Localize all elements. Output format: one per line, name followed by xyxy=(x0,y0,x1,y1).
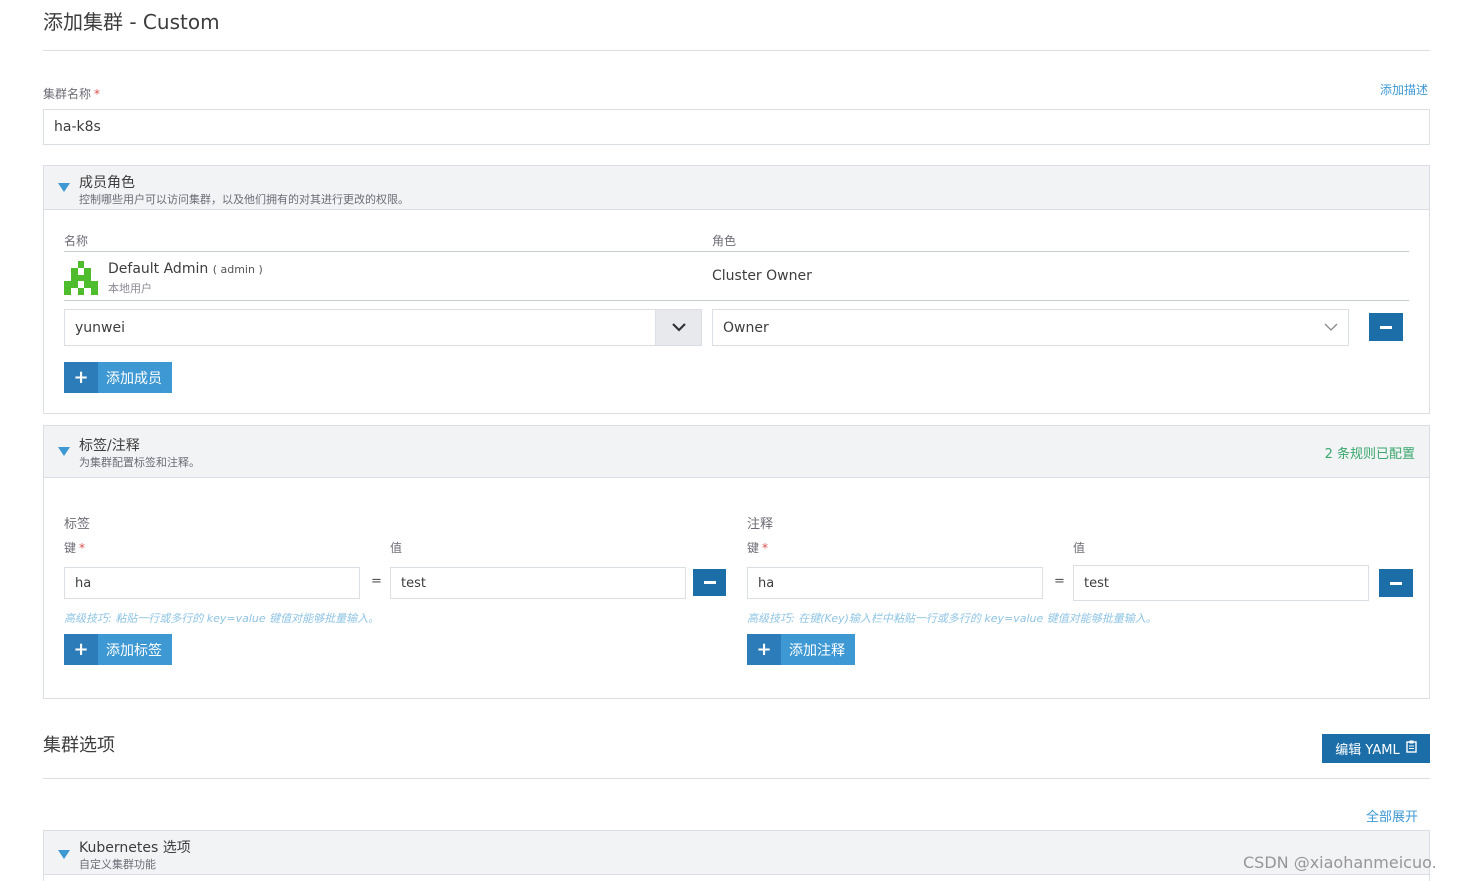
options-divider xyxy=(43,778,1430,779)
members-subtitle: 控制哪些用户可以访问集群，以及他们拥有的对其进行更改的权限。 xyxy=(79,193,409,206)
label-value-input[interactable]: test xyxy=(390,567,686,599)
label-key-input[interactable]: ha xyxy=(64,567,360,599)
cluster-options-title: 集群选项 xyxy=(43,735,115,756)
annotations-hint: 高级技巧: 在键(Key)输入栏中粘贴一行或多行的 key=value 键值对能… xyxy=(747,612,1157,625)
clipboard-icon xyxy=(1406,740,1417,757)
chevron-down-icon[interactable] xyxy=(655,310,701,345)
add-member-button[interactable]: + 添加成员 xyxy=(64,362,172,393)
labels-subtitle: 为集群配置标签和注释。 xyxy=(79,456,200,469)
labels-section: 标签/注释 为集群配置标签和注释。 2 条规则已配置 xyxy=(43,425,1430,699)
default-user-name: Default Admin ( admin ) xyxy=(108,261,263,277)
minus-icon xyxy=(703,581,716,584)
labels-heading: 标签 xyxy=(64,517,91,532)
collapse-caret-icon[interactable] xyxy=(58,447,70,456)
chevron-down-icon xyxy=(1324,320,1338,336)
rules-configured-status: 2 条规则已配置 xyxy=(1324,447,1415,462)
minus-icon xyxy=(1380,325,1392,329)
cluster-name-label: 集群名称 * xyxy=(43,87,101,101)
members-col-name: 名称 xyxy=(64,234,89,248)
required-mark: * xyxy=(94,87,101,101)
add-annotation-button[interactable]: + 添加注释 xyxy=(747,634,855,665)
remove-annotation-button[interactable] xyxy=(1379,569,1413,597)
collapse-caret-icon[interactable] xyxy=(58,183,70,192)
annotation-key-label: 键 * xyxy=(747,541,769,555)
label-value-label: 值 xyxy=(390,541,403,555)
cluster-name-input[interactable]: ha-k8s xyxy=(43,109,1430,145)
page-title: 添加集群 - Custom xyxy=(43,10,220,34)
annotation-value-input[interactable]: test xyxy=(1073,565,1369,601)
default-user-type: 本地用户 xyxy=(108,282,152,295)
remove-member-button[interactable] xyxy=(1369,313,1403,341)
kubernetes-options-header[interactable]: Kubernetes 选项 自定义集群功能 xyxy=(44,831,1429,875)
kubernetes-options-subtitle: 自定义集群功能 xyxy=(79,858,156,871)
annotation-value-label: 值 xyxy=(1073,541,1086,555)
annotations-heading: 注释 xyxy=(747,517,774,532)
labels-hint: 高级技巧: 粘贴一行或多行的 key=value 键值对能够批量输入。 xyxy=(64,612,380,625)
member-role-select[interactable]: Owner xyxy=(712,309,1349,346)
annotation-equals-sign: = xyxy=(1054,574,1065,589)
members-title: 成员角色 xyxy=(79,175,135,191)
default-user-username: ( admin ) xyxy=(212,263,263,276)
plus-icon: + xyxy=(64,634,98,665)
add-description-link[interactable]: 添加描述 xyxy=(1380,81,1428,98)
label-key-label: 键 * xyxy=(64,541,86,555)
plus-icon: + xyxy=(747,634,781,665)
kubernetes-options-title: Kubernetes 选项 xyxy=(79,840,191,856)
add-label-button[interactable]: + 添加标签 xyxy=(64,634,172,665)
label-equals-sign: = xyxy=(371,574,382,589)
members-section-header[interactable]: 成员角色 控制哪些用户可以访问集群，以及他们拥有的对其进行更改的权限。 xyxy=(44,166,1429,210)
labels-section-header[interactable]: 标签/注释 为集群配置标签和注释。 2 条规则已配置 xyxy=(44,426,1429,478)
members-header-divider xyxy=(64,251,1409,252)
title-divider xyxy=(43,50,1430,51)
members-section: 成员角色 控制哪些用户可以访问集群，以及他们拥有的对其进行更改的权限。 xyxy=(43,165,1430,414)
collapse-caret-icon[interactable] xyxy=(58,850,70,859)
expand-all-link[interactable]: 全部展开 xyxy=(1366,806,1418,825)
minus-icon xyxy=(1390,581,1402,585)
members-col-role: 角色 xyxy=(712,234,737,248)
plus-icon: + xyxy=(64,362,98,393)
remove-label-button[interactable] xyxy=(693,569,726,596)
members-row-divider xyxy=(64,300,1409,301)
edit-yaml-button[interactable]: 编辑 YAML xyxy=(1322,734,1430,763)
default-user-role: Cluster Owner xyxy=(712,268,812,284)
user-avatar xyxy=(64,261,98,295)
labels-title: 标签/注释 xyxy=(79,438,140,454)
member-user-select[interactable]: yunwei xyxy=(64,309,702,346)
watermark: CSDN @xiaohanmeicuo. xyxy=(1243,853,1437,872)
kubernetes-options-section: Kubernetes 选项 自定义集群功能 xyxy=(43,830,1430,881)
annotation-key-input[interactable]: ha xyxy=(747,567,1043,599)
